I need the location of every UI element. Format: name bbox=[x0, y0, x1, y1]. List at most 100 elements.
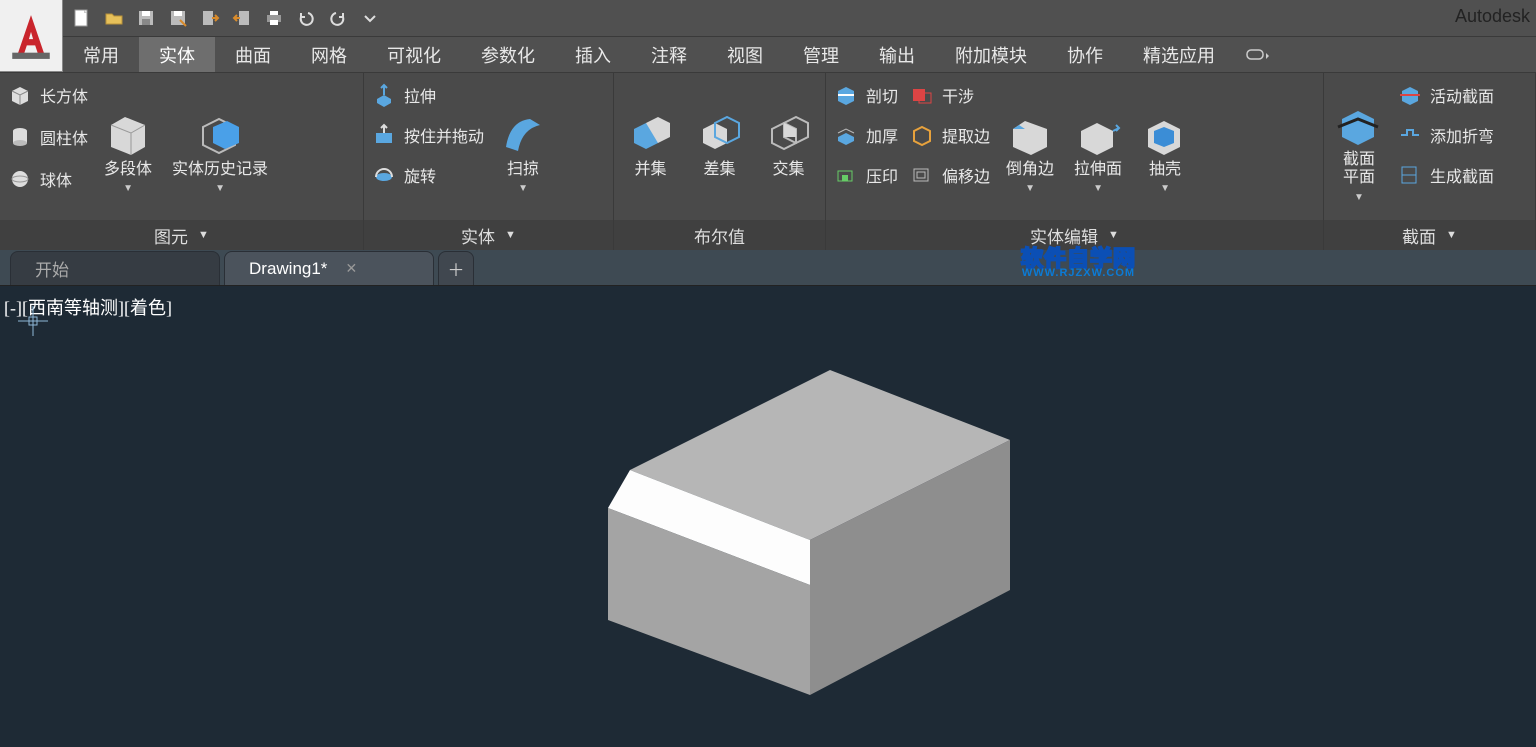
solidedit-extrudeface-label: 拉伸面 bbox=[1074, 161, 1122, 179]
extrude-icon bbox=[372, 83, 396, 107]
sphere-icon bbox=[8, 167, 32, 191]
tab-overflow-icon[interactable] bbox=[1235, 37, 1281, 72]
app-logo[interactable] bbox=[0, 0, 63, 72]
close-icon[interactable]: ✕ bbox=[345, 260, 357, 277]
file-tab-start[interactable]: 开始 bbox=[10, 251, 220, 285]
sweep-icon bbox=[500, 111, 546, 157]
chevron-down-icon: ▼ bbox=[1160, 183, 1170, 194]
tab-solid[interactable]: 实体 bbox=[139, 37, 215, 72]
solidedit-interfere-button[interactable]: 干涉 bbox=[910, 79, 990, 111]
primitive-cylinder-label: 圆柱体 bbox=[40, 125, 88, 149]
primitive-polysolid-button[interactable]: 多段体 ▼ bbox=[100, 109, 156, 196]
solidedit-shell-button[interactable]: 抽壳 ▼ bbox=[1138, 109, 1192, 196]
qat-dropdown-icon[interactable] bbox=[355, 3, 385, 33]
boolean-intersect-button[interactable]: 交集 bbox=[762, 109, 816, 181]
ribbon-panel-primitives-title[interactable]: 图元▼ bbox=[0, 220, 363, 250]
ribbon-panel-primitives: 长方体 圆柱体 球体 多段 bbox=[0, 73, 364, 250]
solidedit-thicken-label: 加厚 bbox=[866, 123, 898, 147]
solid-revolve-button[interactable]: 旋转 bbox=[372, 159, 484, 191]
solidedit-extrudeface-button[interactable]: 拉伸面 ▼ bbox=[1070, 109, 1126, 196]
boolean-subtract-label: 差集 bbox=[703, 161, 735, 179]
qat-save-icon[interactable] bbox=[131, 3, 161, 33]
qat-print-icon[interactable] bbox=[259, 3, 289, 33]
solidedit-slice-button[interactable]: 剖切 bbox=[834, 79, 898, 111]
qat-open-icon[interactable] bbox=[99, 3, 129, 33]
tab-output[interactable]: 输出 bbox=[859, 37, 935, 72]
tab-mesh[interactable]: 网格 bbox=[291, 37, 367, 72]
solidedit-offsetedge-button[interactable]: 偏移边 bbox=[910, 159, 990, 191]
main-tabs: 常用 实体 曲面 网格 可视化 参数化 插入 注释 视图 管理 输出 附加模块 … bbox=[0, 36, 1536, 72]
viewport[interactable]: [-][西南等轴测][着色] bbox=[0, 286, 1536, 747]
section-plane-button[interactable]: 截面 平面 ▼ bbox=[1332, 99, 1386, 205]
solidedit-thicken-button[interactable]: 加厚 bbox=[834, 119, 898, 151]
tab-annotate[interactable]: 注释 bbox=[631, 37, 707, 72]
tab-parametric[interactable]: 参数化 bbox=[461, 37, 555, 72]
polysolid-icon bbox=[105, 111, 151, 157]
title-text: Autodesk bbox=[1455, 6, 1530, 27]
slice-icon bbox=[834, 83, 858, 107]
revolve-icon bbox=[372, 163, 396, 187]
chevron-down-icon: ▼ bbox=[1025, 183, 1035, 194]
solidedit-extractedges-label: 提取边 bbox=[942, 123, 990, 147]
watermark: 软件自学网 WWW.RJZXW.COM bbox=[1021, 248, 1136, 279]
ribbon-panel-solidedit: 剖切 加厚 压印 干涉 提取边 bbox=[826, 73, 1324, 250]
intersect-icon bbox=[766, 111, 812, 157]
solid-presspull-label: 按住并拖动 bbox=[404, 123, 484, 147]
solid-history-icon bbox=[197, 111, 243, 157]
solid-presspull-button[interactable]: 按住并拖动 bbox=[372, 119, 484, 151]
solidedit-imprint-button[interactable]: 压印 bbox=[834, 159, 898, 191]
qat-web-save-icon[interactable] bbox=[227, 3, 257, 33]
qat-saveas-icon[interactable] bbox=[163, 3, 193, 33]
primitive-history-button[interactable]: 实体历史记录 ▼ bbox=[168, 109, 272, 196]
tab-collab[interactable]: 协作 bbox=[1047, 37, 1123, 72]
section-plane-label: 截面 平面 bbox=[1343, 151, 1375, 188]
section-jog-button[interactable]: 添加折弯 bbox=[1398, 119, 1494, 151]
ribbon-panel-solid: 拉伸 按住并拖动 旋转 扫掠 bbox=[364, 73, 614, 250]
tab-featured[interactable]: 精选应用 bbox=[1123, 37, 1235, 72]
solid-extrude-label: 拉伸 bbox=[404, 83, 436, 107]
tab-manage[interactable]: 管理 bbox=[783, 37, 859, 72]
section-generate-button[interactable]: 生成截面 bbox=[1398, 159, 1494, 191]
solidedit-chamfer-button[interactable]: 倒角边 ▼ bbox=[1002, 109, 1058, 196]
ribbon-panel-solid-title[interactable]: 实体▼ bbox=[364, 220, 613, 250]
qat-new-icon[interactable] bbox=[67, 3, 97, 33]
primitive-box-button[interactable]: 长方体 bbox=[8, 79, 88, 111]
tab-surface[interactable]: 曲面 bbox=[215, 37, 291, 72]
tab-view[interactable]: 视图 bbox=[707, 37, 783, 72]
cylinder-icon bbox=[8, 125, 32, 149]
subtract-icon bbox=[697, 111, 743, 157]
chamfer-icon bbox=[1007, 111, 1053, 157]
solidedit-chamfer-label: 倒角边 bbox=[1006, 161, 1054, 179]
box-icon bbox=[8, 83, 32, 107]
file-tab-drawing1[interactable]: Drawing1* ✕ bbox=[224, 251, 434, 285]
chevron-down-icon: ▼ bbox=[505, 229, 516, 241]
model-3d-box bbox=[560, 340, 1040, 720]
chevron-down-icon: ▼ bbox=[215, 183, 225, 194]
primitive-cylinder-button[interactable]: 圆柱体 bbox=[8, 121, 88, 153]
ribbon-panel-section-title[interactable]: 截面▼ bbox=[1324, 220, 1535, 250]
boolean-intersect-label: 交集 bbox=[772, 161, 804, 179]
tab-visualize[interactable]: 可视化 bbox=[367, 37, 461, 72]
section-live-button[interactable]: 活动截面 bbox=[1398, 79, 1494, 111]
qat-undo-icon[interactable] bbox=[291, 3, 321, 33]
tab-insert[interactable]: 插入 bbox=[555, 37, 631, 72]
solidedit-extractedges-button[interactable]: 提取边 bbox=[910, 119, 990, 151]
solid-extrude-button[interactable]: 拉伸 bbox=[372, 79, 484, 111]
section-generate-label: 生成截面 bbox=[1430, 163, 1494, 187]
boolean-subtract-button[interactable]: 差集 bbox=[693, 109, 747, 181]
thicken-icon bbox=[834, 123, 858, 147]
solid-sweep-button[interactable]: 扫掠 ▼ bbox=[496, 109, 550, 196]
chevron-down-icon: ▼ bbox=[518, 183, 528, 194]
qat-redo-icon[interactable] bbox=[323, 3, 353, 33]
tab-home[interactable]: 常用 bbox=[63, 37, 139, 72]
title-bar: Autodesk bbox=[0, 0, 1536, 36]
boolean-union-button[interactable]: 并集 bbox=[624, 109, 678, 181]
file-tab-new[interactable]: ＋ bbox=[438, 251, 474, 285]
generate-section-icon bbox=[1398, 163, 1422, 187]
ribbon: 长方体 圆柱体 球体 多段 bbox=[0, 72, 1536, 250]
viewport-status-label[interactable]: [-][西南等轴测][着色] bbox=[4, 294, 172, 320]
section-plane-icon bbox=[1336, 101, 1382, 147]
qat-web-open-icon[interactable] bbox=[195, 3, 225, 33]
tab-addins[interactable]: 附加模块 bbox=[935, 37, 1047, 72]
primitive-sphere-button[interactable]: 球体 bbox=[8, 163, 88, 195]
